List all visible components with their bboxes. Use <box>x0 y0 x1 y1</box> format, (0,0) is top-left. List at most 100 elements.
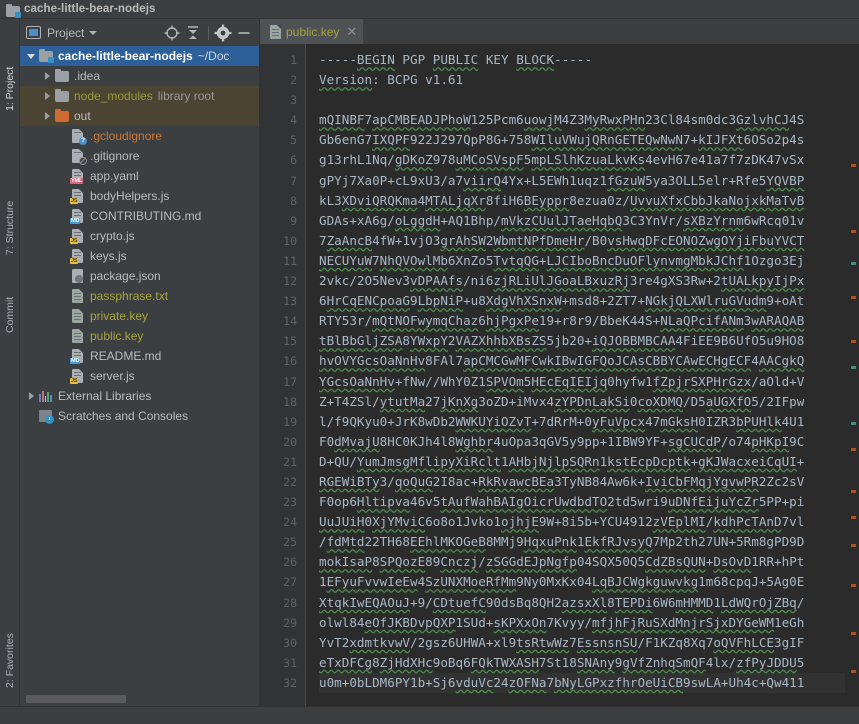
editor-vertical-scrollbar[interactable] <box>845 44 859 706</box>
tree-item-idea[interactable]: .idea <box>20 66 259 86</box>
collapse-all-icon[interactable] <box>183 23 203 43</box>
code-line[interactable]: F0op6Hltipva46v5tAufWahBAIgOicrUwdbdTO2t… <box>319 492 845 512</box>
code-line[interactable]: 6HrCqENCpoaG9LbpNiP+u8XdgVhXSnxW+msd8+2Z… <box>319 291 845 311</box>
code-line[interactable]: u0m+0bLDM6PY1b+Sj6vduVc24zOFNa7bNyLGPxzf… <box>319 673 845 693</box>
line-number: 10 <box>260 231 297 251</box>
tree-item-gcloudignore[interactable]: ?.gcloudignore <box>20 126 259 146</box>
code-line[interactable]: 7ZaAncB4fW+1vjO3grAhSW2WbmtNPfDmeHr/B0vs… <box>319 231 845 251</box>
code-line[interactable]: kL3XDviQRQKma4MTALjqXr8fiH6BEyppr8ezua0z… <box>319 191 845 211</box>
text-file-icon <box>70 328 86 344</box>
code-line[interactable]: UuJUiH0XjYMviC6o8o1Jvko1ojhjE9W+8i5b+YCU… <box>319 512 845 532</box>
line-number: 16 <box>260 351 297 371</box>
tree-item-gitignore[interactable]: .gitignore <box>20 146 259 166</box>
code-line[interactable]: XtqkIwEQAOuJ+9/CDtuefC90dsBq8QH2azsxXl8T… <box>319 593 845 613</box>
tree-item-server-js[interactable]: JSserver.js <box>20 366 259 386</box>
code-line[interactable]: Z+T4ZSl/ytutMa27jKnXg3oZD+iMvx4zYPDnLakS… <box>319 392 845 412</box>
sidebar-item-structure[interactable]: 7: Structure <box>0 169 20 255</box>
tree-item-node-modules[interactable]: node_moduleslibrary root <box>20 86 259 106</box>
tree-item-label: bodyHelpers.js <box>90 189 169 203</box>
code-line[interactable]: eTxDFCg8ZjHdXHc9oBq6FQkTWXASH7St18SNAny9… <box>319 653 845 673</box>
tree-item-bodyhelpers-js[interactable]: JSbodyHelpers.js <box>20 186 259 206</box>
tree-item-passphrase-txt[interactable]: passphrase.txt <box>20 286 259 306</box>
scrollbar-error-marker[interactable] <box>851 340 856 343</box>
tree-item-public-key[interactable]: public.key <box>20 326 259 346</box>
tree-item-cache-little-bear-nodejs[interactable]: cache-little-bear-nodejs~/Doc <box>20 46 259 66</box>
expand-arrow-icon[interactable] <box>40 92 54 100</box>
tree-item-external-libraries[interactable]: External Libraries <box>20 386 259 406</box>
code-line[interactable]: mQINBF7apCMBEADJPhoW125Pcm6uowjM4Z3MyRwx… <box>319 110 845 130</box>
scroll-from-source-icon[interactable] <box>162 23 182 43</box>
tab-public-key[interactable]: public.key ✕ <box>260 19 363 44</box>
scrollbar-error-marker[interactable] <box>851 448 856 451</box>
code-line[interactable]: RGEWiBTy3/qoQuG2I8ac+RkRvawcBEa3TyNB84Aw… <box>319 472 845 492</box>
code-line[interactable]: YGcsOaNnHv+fNw//WhY0Z1SPVOm5HEcEqIEIjq0h… <box>319 372 845 392</box>
tree-item-label: .gitignore <box>90 149 139 163</box>
expand-arrow-icon[interactable] <box>40 72 54 80</box>
scrollbar-error-marker[interactable] <box>851 544 856 547</box>
project-folder-icon <box>5 3 18 16</box>
expand-arrow-icon[interactable] <box>40 112 54 120</box>
gear-icon[interactable] <box>213 23 233 43</box>
ignore-file-icon <box>70 148 86 164</box>
tree-item-readme-md[interactable]: MDREADME.md <box>20 346 259 366</box>
scrollbar-error-marker[interactable] <box>851 632 856 635</box>
scrollbar-error-marker[interactable] <box>851 262 856 265</box>
code-line[interactable]: l/f9QKyu0+JrK8wDb2WWKUYiOZvT+7dRrM+0yFuV… <box>319 412 845 432</box>
line-number: 22 <box>260 472 297 492</box>
tree-item-package-json[interactable]: package.json <box>20 266 259 286</box>
tree-item-crypto-js[interactable]: JScrypto.js <box>20 226 259 246</box>
code-line[interactable]: mokIsaP8SPQozE89Cnczj/zSGGdEJpNgfp04SQX5… <box>319 552 845 572</box>
scrollbar-error-marker[interactable] <box>851 516 856 519</box>
code-line[interactable]: RTY53r/mQtNOFwymqChaz6hjPgxPe19+r8r9/Bbe… <box>319 311 845 331</box>
tree-item-app-yaml[interactable]: YMLapp.yaml <box>20 166 259 186</box>
code-line[interactable]: NECUYuW7NhQVOwlMb6XnZo5TvtqQG+LJCIboBncD… <box>319 251 845 271</box>
scrollbar-error-marker[interactable] <box>851 164 856 167</box>
tree-item-out[interactable]: out <box>20 106 259 126</box>
project-panel-hscroll-track[interactable] <box>20 692 259 706</box>
sidebar-item-favorites[interactable]: 2: Favorites <box>0 602 20 688</box>
project-tree[interactable]: cache-little-bear-nodejs~/Doc.ideanode_m… <box>20 46 259 692</box>
code-line[interactable]: YvT2xdmtkvwV/2gsz6UHWA+xl9tsRtwWz7Essnsn… <box>319 633 845 653</box>
ignore-unknown-file-icon: ? <box>70 128 86 144</box>
js-file-icon: JS <box>70 228 86 244</box>
tree-item-private-key[interactable]: private.key <box>20 306 259 326</box>
code-line[interactable]: 1EFyuFvvwIeEw4SzUNXMoeRfMm9Ny0MxKx04LqBJ… <box>319 572 845 592</box>
code-line[interactable]: g13rhL1Nq/gDKoZ978uMCoSVspF5mpLSlhKzuaLk… <box>319 150 845 170</box>
code-line[interactable]: -----BEGIN PGP PUBLIC KEY BLOCK----- <box>319 50 845 70</box>
tree-item-contributing-md[interactable]: MDCONTRIBUTING.md <box>20 206 259 226</box>
scrollbar-error-marker[interactable] <box>851 366 856 369</box>
code-line[interactable]: 2vkc/2O5Nev3vDPAAfs/ni6zjRLiUlJGoaLBxuzR… <box>319 271 845 291</box>
scrollbar-error-marker[interactable] <box>851 422 856 425</box>
code-line[interactable]: hvOVYGcsOaNnHv8FAl7apCMCGwMFCwkIBwIGFQoJ… <box>319 351 845 371</box>
code-content[interactable]: -----BEGIN PGP PUBLIC KEY BLOCK-----Vers… <box>306 44 845 706</box>
expand-arrow-icon[interactable] <box>24 392 38 400</box>
text-file-icon <box>70 308 86 324</box>
scrollbar-error-marker[interactable] <box>851 230 856 233</box>
code-line[interactable]: D+QU/YumJmsgMflipyXiRclt1AHbjNjlpSQRn1ks… <box>319 452 845 472</box>
line-number: 1 <box>260 50 297 70</box>
line-number: 11 <box>260 251 297 271</box>
scrollbar-error-marker[interactable] <box>851 584 856 587</box>
code-line[interactable] <box>319 90 845 110</box>
code-line[interactable]: tBlBbGljZSA8YWxpY2VAZXhhbXBsZS5jb20+iQJO… <box>319 331 845 351</box>
minimize-icon[interactable] <box>234 23 254 43</box>
sidebar-item-commit[interactable]: Commit <box>0 267 20 333</box>
code-line[interactable]: olwl84eOfJKBDvpQXP1SUd+sKPXxOn7Kvyy/mfjh… <box>319 613 845 633</box>
code-line[interactable]: Version: BCPG v1.61 <box>319 70 845 90</box>
tree-item-scratches-and-consoles[interactable]: Scratches and Consoles <box>20 406 259 426</box>
code-line[interactable]: GDAs+xA6g/oLggdH+AQ1Bhp/mVkzCUulJTaeHqbQ… <box>319 211 845 231</box>
code-line[interactable]: F0dMvajU8HC0KJh4l8Wghbr4uOpa3qGV5y9pp+1I… <box>319 432 845 452</box>
chevron-down-icon[interactable] <box>89 31 97 35</box>
code-line[interactable]: /fdMtd22TH68EEhlMKOGeB8MMj9HqxuPnk1EkfRJ… <box>319 532 845 552</box>
scrollbar-error-marker[interactable] <box>851 296 856 299</box>
tree-item-keys-js[interactable]: JSkeys.js <box>20 246 259 266</box>
sidebar-item-project[interactable]: 1: Project <box>0 41 20 111</box>
project-panel-hscroll-thumb[interactable] <box>26 695 126 703</box>
collapse-arrow-icon[interactable] <box>24 54 38 59</box>
scrollbar-error-marker[interactable] <box>851 670 856 673</box>
scrollbar-error-marker[interactable] <box>851 490 856 493</box>
close-icon[interactable]: ✕ <box>346 25 357 38</box>
text-file-icon <box>70 288 86 304</box>
code-line[interactable]: Gb6enG7IXQPF922J297QpP8G+758WIluVWujQRnG… <box>319 130 845 150</box>
code-line[interactable]: gPYj7Xa0P+cL9xU3/a7viirQ4Yx+L5EWh1uqz1fG… <box>319 171 845 191</box>
